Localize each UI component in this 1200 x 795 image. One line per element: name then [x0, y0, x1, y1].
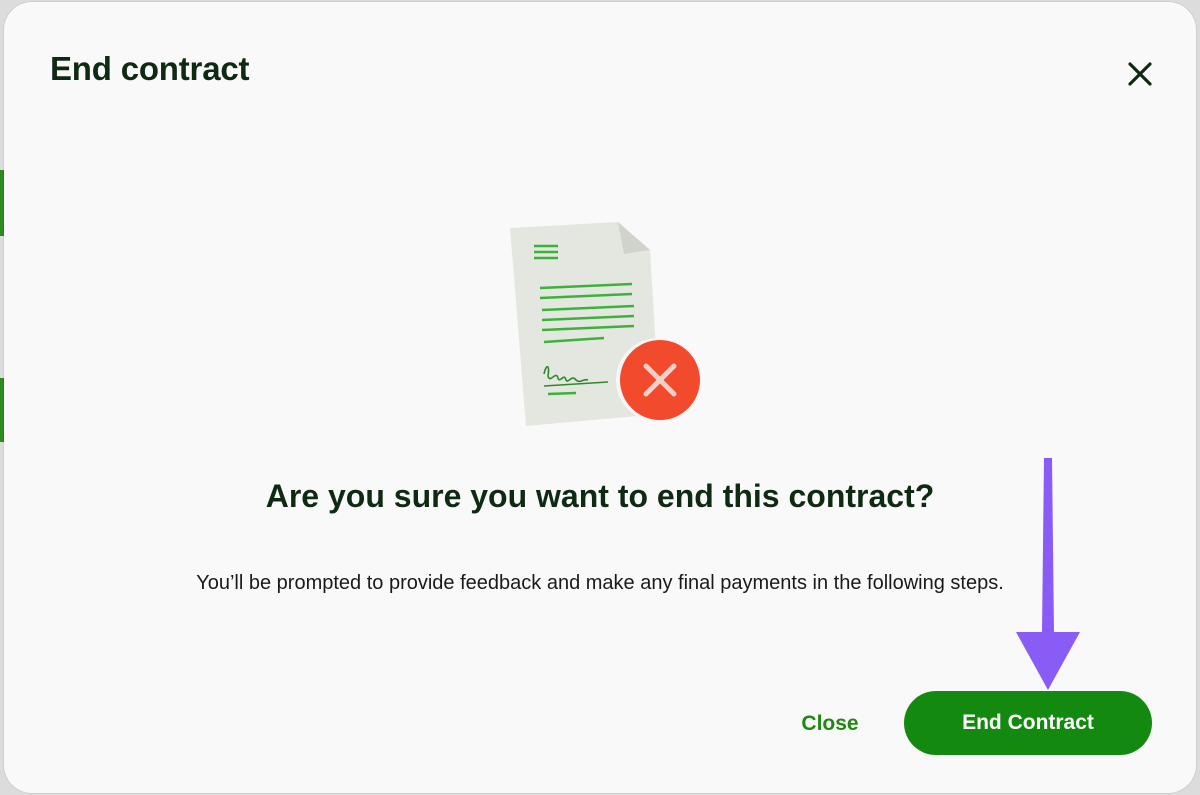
end-contract-dialog: End contract Are you sure you want to en… — [4, 2, 1196, 793]
close-button[interactable]: Close — [788, 702, 872, 746]
contract-cancel-illustration — [500, 214, 712, 436]
confirmation-description: You’ll be prompted to provide feedback a… — [196, 572, 1004, 594]
dialog-title: End contract — [50, 50, 250, 87]
close-icon[interactable] — [1120, 54, 1160, 94]
end-contract-button[interactable]: End Contract — [904, 691, 1152, 755]
confirmation-heading: Are you sure you want to end this contra… — [265, 478, 935, 514]
